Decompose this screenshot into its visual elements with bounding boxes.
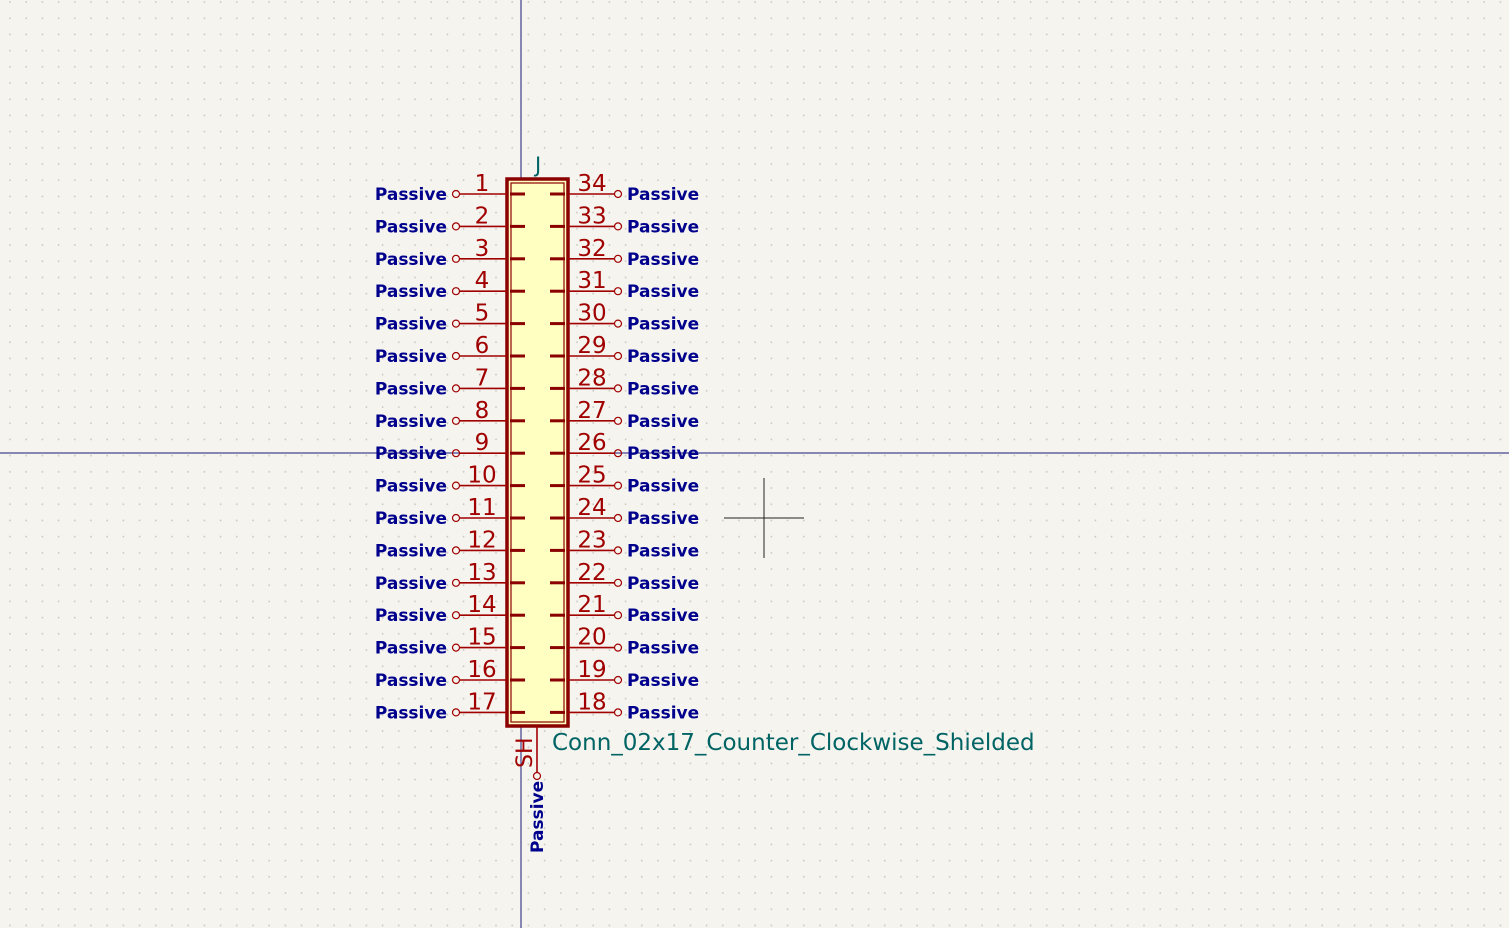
pin-number: 6 [475, 333, 490, 359]
pin-type-label: Passive [627, 315, 699, 335]
pin-type-label: Passive [375, 412, 447, 432]
pin-type-label: Passive [375, 671, 447, 691]
pin-type-label: Passive [375, 639, 447, 659]
pin-type-label: Passive [627, 639, 699, 659]
pin-type-label: Passive [375, 282, 447, 302]
pin-type-label: Passive [627, 412, 699, 432]
shield-pin-type: Passive [528, 781, 548, 853]
pin-number: 5 [475, 301, 490, 327]
pin-number: 25 [577, 463, 606, 489]
pin-number: 14 [467, 592, 496, 618]
pin-number: 16 [467, 657, 496, 683]
pin-type-label: Passive [627, 282, 699, 302]
pin-type-label: Passive [627, 606, 699, 626]
pin-number: 32 [577, 236, 606, 262]
pin-number: 4 [475, 268, 490, 294]
pin-type-label: Passive [627, 379, 699, 399]
pin-type-label: Passive [627, 703, 699, 723]
pin-number: 15 [467, 625, 496, 651]
pin-type-label: Passive [375, 574, 447, 594]
pin-number: 34 [577, 171, 606, 197]
pin-type-label: Passive [375, 606, 447, 626]
pin-number: 1 [475, 171, 490, 197]
pin-type-label: Passive [375, 703, 447, 723]
pin-type-label: Passive [375, 217, 447, 237]
pin-number: 10 [467, 463, 496, 489]
pin-number: 2 [475, 203, 490, 229]
pin-type-label: Passive [375, 315, 447, 335]
pin-type-label: Passive [627, 185, 699, 205]
pin-type-label: Passive [375, 379, 447, 399]
pin-type-label: Passive [375, 250, 447, 270]
pin-type-label: Passive [627, 250, 699, 270]
pin-number: 11 [467, 495, 496, 521]
pin-number: 33 [577, 203, 606, 229]
pin-type-label: Passive [375, 509, 447, 529]
pin-number: 22 [577, 560, 606, 586]
pin-number: 17 [467, 689, 496, 715]
pin-number: 9 [475, 430, 490, 456]
pin-type-label: Passive [375, 477, 447, 497]
pin-type-label: Passive [375, 185, 447, 205]
pin-number: 27 [577, 398, 606, 424]
pin-type-label: Passive [627, 347, 699, 367]
grid-background [0, 0, 1509, 928]
pin-number: 30 [577, 301, 606, 327]
pin-number: 29 [577, 333, 606, 359]
shield-pin-name: SH [513, 737, 538, 768]
symbol-value-field[interactable]: Conn_02x17_Counter_Clockwise_Shielded [552, 730, 1035, 756]
reference-designator[interactable]: J [533, 153, 541, 177]
pin-number: 24 [577, 495, 606, 521]
pin-type-label: Passive [375, 444, 447, 464]
pin-number: 28 [577, 365, 606, 391]
pin-type-label: Passive [627, 509, 699, 529]
pin-number: 7 [475, 365, 490, 391]
pin-number: 12 [467, 527, 496, 553]
pin-type-label: Passive [627, 217, 699, 237]
pin-number: 3 [475, 236, 490, 262]
pin-type-label: Passive [375, 541, 447, 561]
pin-type-label: Passive [627, 477, 699, 497]
pin-number: 21 [577, 592, 606, 618]
pin-type-label: Passive [627, 444, 699, 464]
pin-number: 13 [467, 560, 496, 586]
pin-type-label: Passive [375, 347, 447, 367]
pin-type-label: Passive [627, 541, 699, 561]
pin-type-label: Passive [627, 671, 699, 691]
pin-type-label: Passive [627, 574, 699, 594]
pin-number: 23 [577, 527, 606, 553]
pin-number: 31 [577, 268, 606, 294]
pin-number: 19 [577, 657, 606, 683]
pin-number: 26 [577, 430, 606, 456]
pin-number: 8 [475, 398, 490, 424]
schematic-symbol-canvas[interactable]: 1 Passive 2 Passive 3 Passive 4 Passive 5 Passive… [0, 0, 1509, 928]
pin-number: 20 [577, 625, 606, 651]
pin-number: 18 [577, 689, 606, 715]
